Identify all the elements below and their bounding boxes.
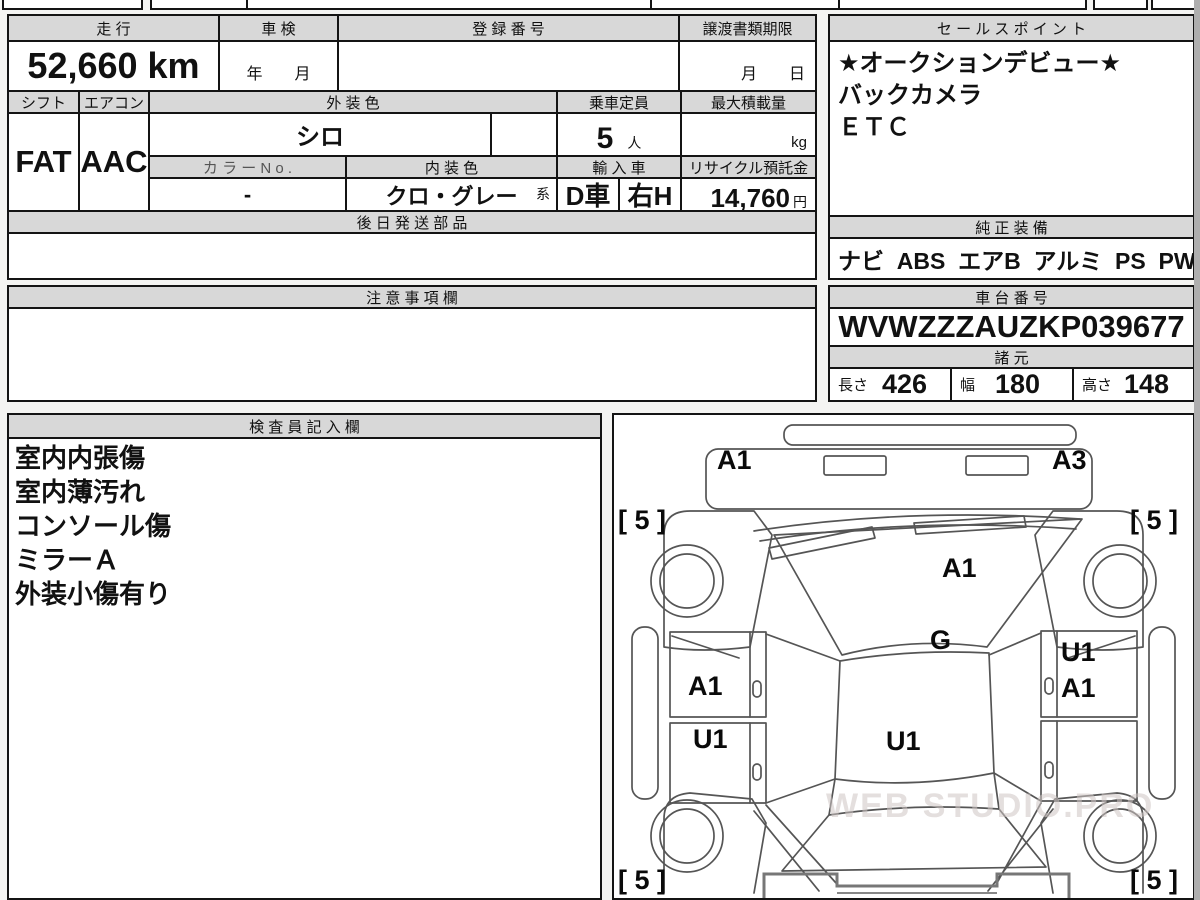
sales-point-item: ＥＴＣ bbox=[838, 114, 910, 141]
registration-header: 登 録 番 号 bbox=[337, 14, 680, 42]
later-parts-value bbox=[7, 232, 817, 280]
damage-label: U1 bbox=[886, 726, 921, 756]
max-load-value: kg bbox=[680, 112, 817, 157]
import-car-value-2: 右H bbox=[618, 177, 682, 212]
interior-color-text: クロ・グレー bbox=[385, 183, 518, 209]
top-sliver-divider bbox=[650, 0, 652, 10]
max-load-unit: kg bbox=[791, 134, 807, 151]
aircon-header: エアコン bbox=[78, 90, 150, 114]
caution-box bbox=[7, 307, 817, 402]
damage-label: A1 bbox=[717, 445, 752, 475]
damage-label: U1 bbox=[693, 724, 728, 754]
spec-length-label: 長さ bbox=[838, 377, 869, 394]
damage-label: [ 5 ] bbox=[618, 865, 667, 895]
shaken-header: 車 検 bbox=[218, 14, 339, 42]
capacity-unit: 人 bbox=[627, 135, 642, 151]
damage-label: [ 5 ] bbox=[618, 505, 667, 535]
damage-label: A1 bbox=[688, 671, 723, 701]
recycle-fee-unit: 円 bbox=[793, 194, 807, 210]
inspector-notes-header: 検 査 員 記 入 欄 bbox=[7, 413, 602, 439]
auction-sheet: 走 行 車 検 登 録 番 号 譲渡書類期限 52,660 km 年 月 月 日… bbox=[0, 0, 1200, 900]
diagram-labels: A1 A3 [ 5 ] [ 5 ] A1 G U1 A1 A1 U1 U1 [ 5 ] [ 5 ] bbox=[614, 415, 1193, 898]
color-no-header: カ ラ ー N o . bbox=[148, 155, 347, 179]
sales-point-item: バックカメラ bbox=[838, 82, 982, 109]
sales-point-item: ★オークションデビュー★ bbox=[838, 50, 1122, 77]
spec-width-value: 180 bbox=[995, 369, 1041, 399]
mileage-value: 52,660 km bbox=[7, 40, 220, 92]
shaken-value: 年 月 bbox=[218, 40, 339, 92]
import-car-value-1: D車 bbox=[556, 177, 620, 212]
damage-label: G bbox=[930, 625, 952, 655]
inspector-note-item: コンソール傷 bbox=[15, 511, 172, 541]
inspector-note-item: 室内薄汚れ bbox=[15, 477, 146, 507]
spec-width-cell: 幅 180 bbox=[950, 367, 1074, 402]
recycle-fee-value: 14,760 円 bbox=[680, 177, 817, 213]
spec-width-label: 幅 bbox=[960, 377, 976, 394]
capacity-number: 5 bbox=[596, 122, 614, 155]
inspector-note-item: 外装小傷有り bbox=[15, 579, 172, 609]
damage-label: A1 bbox=[942, 553, 977, 583]
exterior-color-extra-cell bbox=[490, 112, 558, 157]
registration-value bbox=[337, 40, 680, 92]
damage-label: U1 bbox=[1061, 637, 1096, 667]
later-parts-header: 後 日 発 送 部 品 bbox=[7, 210, 817, 234]
exterior-color-value: シロ bbox=[148, 112, 492, 157]
scan-edge bbox=[1194, 0, 1200, 900]
chassis-value: WVWZZZAUZKP039677 bbox=[828, 307, 1195, 347]
max-load-header: 最大積載量 bbox=[680, 90, 817, 114]
caution-header: 注 意 事 項 欄 bbox=[7, 285, 817, 309]
sales-points-box: ★オークションデビュー★ バックカメラ ＥＴＣ bbox=[828, 40, 1195, 217]
chassis-header: 車 台 番 号 bbox=[828, 285, 1195, 309]
top-sliver-box-2 bbox=[150, 0, 1087, 10]
transfer-docs-value: 月 日 bbox=[678, 40, 817, 92]
damage-label: A3 bbox=[1052, 445, 1087, 475]
damage-label: [ 5 ] bbox=[1130, 505, 1179, 535]
top-sliver-box-3 bbox=[1093, 0, 1148, 10]
spec-length-cell: 長さ 426 bbox=[828, 367, 952, 402]
capacity-header: 乗車定員 bbox=[556, 90, 682, 114]
top-sliver-box-1 bbox=[2, 0, 143, 10]
top-sliver-divider bbox=[246, 0, 248, 10]
mileage-header: 走 行 bbox=[7, 14, 220, 42]
spec-height-value: 148 bbox=[1124, 369, 1170, 399]
oem-equipment-header: 純 正 装 備 bbox=[828, 215, 1195, 239]
sales-points-header: セ ー ル ス ポ イ ン ト bbox=[828, 14, 1195, 42]
damage-label: A1 bbox=[1061, 673, 1096, 703]
interior-color-suffix: 系 bbox=[536, 186, 550, 202]
exterior-color-header: 外 装 色 bbox=[148, 90, 558, 114]
spec-length-value: 426 bbox=[882, 369, 928, 399]
transfer-docs-header: 譲渡書類期限 bbox=[678, 14, 817, 42]
spec-height-cell: 高さ 148 bbox=[1072, 367, 1195, 402]
interior-color-header: 内 装 色 bbox=[345, 155, 558, 179]
damage-label: [ 5 ] bbox=[1130, 865, 1179, 895]
inspector-note-item: ミラーＡ bbox=[15, 545, 120, 575]
top-sliver-divider bbox=[838, 0, 840, 10]
recycle-fee-header: リサイクル預託金 bbox=[680, 155, 817, 179]
top-sliver-box-4 bbox=[1151, 0, 1197, 10]
color-no-value: - bbox=[148, 177, 347, 212]
shift-header: シフト bbox=[7, 90, 80, 114]
aircon-value: AAC bbox=[78, 112, 150, 212]
damage-diagram-box: WEB STUDIO.PRO A1 A3[ 5 ][ 5 ] A1 G U1 A1 A1 U1… bbox=[612, 413, 1195, 900]
shift-value: FAT bbox=[7, 112, 80, 212]
oem-equipment-value: ナビ ABS エアB アルミ PS PW bbox=[828, 237, 1196, 280]
inspector-notes-box: 室内内張傷室内薄汚れコンソール傷 ミラーＡ 外装小傷有り bbox=[7, 437, 602, 900]
specs-header: 諸 元 bbox=[828, 345, 1195, 369]
capacity-value: 5 人 bbox=[556, 112, 682, 157]
spec-height-label: 高さ bbox=[1082, 377, 1113, 394]
interior-color-value: クロ・グレー 系 bbox=[345, 177, 558, 212]
inspector-note-item: 室内内張傷 bbox=[15, 443, 146, 473]
